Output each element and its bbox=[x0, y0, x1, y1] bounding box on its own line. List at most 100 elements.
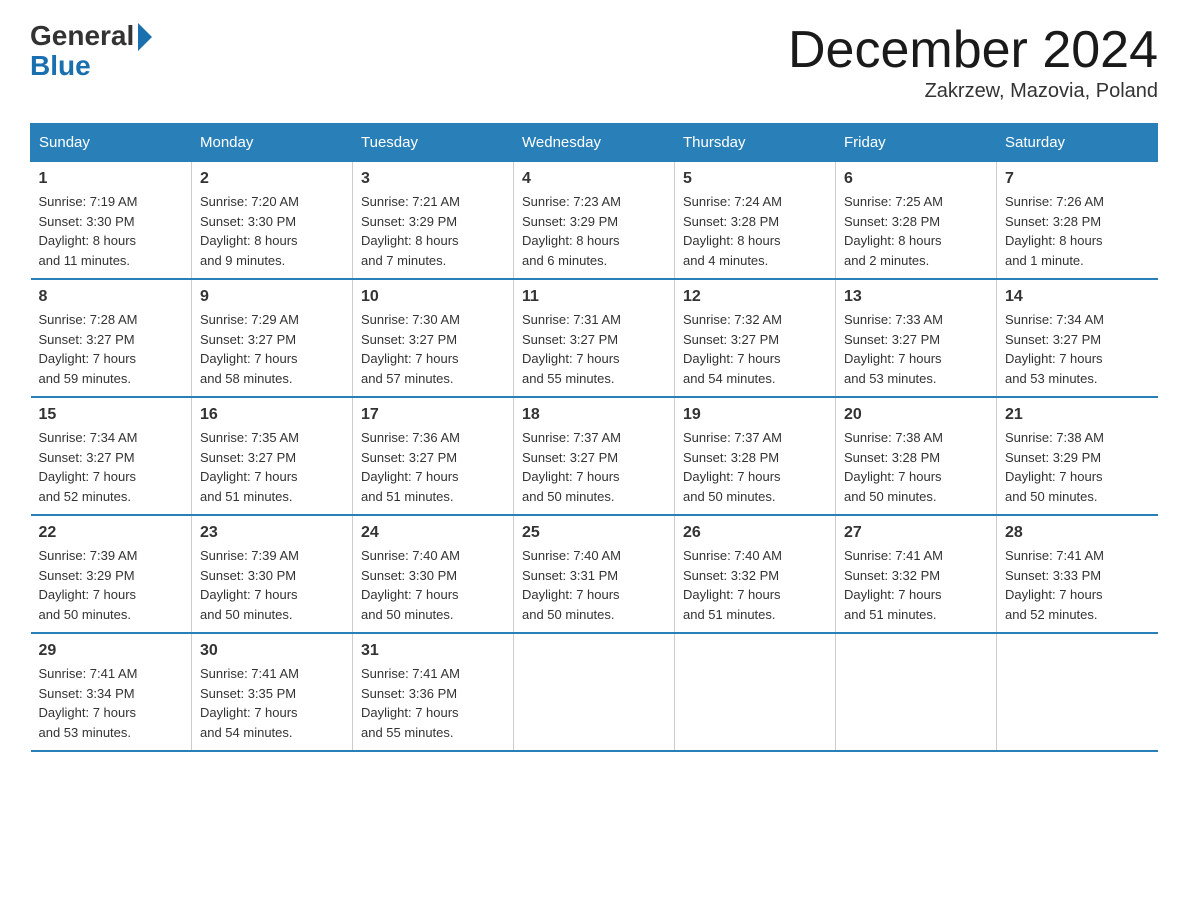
day-info: Sunrise: 7:31 AMSunset: 3:27 PMDaylight:… bbox=[522, 310, 666, 388]
day-info: Sunrise: 7:35 AMSunset: 3:27 PMDaylight:… bbox=[200, 428, 344, 506]
day-number: 8 bbox=[39, 288, 184, 306]
weekday-header-row: SundayMondayTuesdayWednesdayThursdayFrid… bbox=[31, 124, 1158, 162]
day-number: 12 bbox=[683, 288, 827, 306]
day-cell: 14 Sunrise: 7:34 AMSunset: 3:27 PMDayligh… bbox=[997, 279, 1158, 397]
day-cell: 4 Sunrise: 7:23 AMSunset: 3:29 PMDaylight… bbox=[514, 162, 675, 280]
day-cell: 17 Sunrise: 7:36 AMSunset: 3:27 PMDayligh… bbox=[353, 397, 514, 515]
weekday-header-thursday: Thursday bbox=[675, 124, 836, 162]
logo-arrow-icon bbox=[138, 23, 152, 51]
day-info: Sunrise: 7:24 AMSunset: 3:28 PMDaylight:… bbox=[683, 192, 827, 270]
weekday-header-saturday: Saturday bbox=[997, 124, 1158, 162]
day-number: 29 bbox=[39, 642, 184, 660]
day-cell: 2 Sunrise: 7:20 AMSunset: 3:30 PMDaylight… bbox=[192, 162, 353, 280]
day-cell: 19 Sunrise: 7:37 AMSunset: 3:28 PMDayligh… bbox=[675, 397, 836, 515]
day-info: Sunrise: 7:41 AMSunset: 3:35 PMDaylight:… bbox=[200, 664, 344, 742]
day-info: Sunrise: 7:40 AMSunset: 3:30 PMDaylight:… bbox=[361, 546, 505, 624]
day-number: 30 bbox=[200, 642, 344, 660]
day-number: 18 bbox=[522, 406, 666, 424]
day-number: 11 bbox=[522, 288, 666, 306]
day-cell bbox=[675, 633, 836, 751]
logo-general-text: General bbox=[30, 20, 134, 52]
day-number: 4 bbox=[522, 170, 666, 188]
day-number: 13 bbox=[844, 288, 988, 306]
day-info: Sunrise: 7:28 AMSunset: 3:27 PMDaylight:… bbox=[39, 310, 184, 388]
day-number: 2 bbox=[200, 170, 344, 188]
day-info: Sunrise: 7:26 AMSunset: 3:28 PMDaylight:… bbox=[1005, 192, 1150, 270]
weekday-header-tuesday: Tuesday bbox=[353, 124, 514, 162]
day-cell: 29 Sunrise: 7:41 AMSunset: 3:34 PMDayligh… bbox=[31, 633, 192, 751]
day-cell: 27 Sunrise: 7:41 AMSunset: 3:32 PMDayligh… bbox=[836, 515, 997, 633]
day-number: 1 bbox=[39, 170, 184, 188]
day-number: 20 bbox=[844, 406, 988, 424]
day-info: Sunrise: 7:32 AMSunset: 3:27 PMDaylight:… bbox=[683, 310, 827, 388]
day-cell: 26 Sunrise: 7:40 AMSunset: 3:32 PMDayligh… bbox=[675, 515, 836, 633]
day-number: 23 bbox=[200, 524, 344, 542]
day-number: 27 bbox=[844, 524, 988, 542]
day-number: 7 bbox=[1005, 170, 1150, 188]
week-row-2: 8 Sunrise: 7:28 AMSunset: 3:27 PMDaylight… bbox=[31, 279, 1158, 397]
day-info: Sunrise: 7:37 AMSunset: 3:28 PMDaylight:… bbox=[683, 428, 827, 506]
day-info: Sunrise: 7:41 AMSunset: 3:36 PMDaylight:… bbox=[361, 664, 505, 742]
week-row-5: 29 Sunrise: 7:41 AMSunset: 3:34 PMDayligh… bbox=[31, 633, 1158, 751]
title-area: December 2024 Zakrzew, Mazovia, Poland bbox=[788, 20, 1158, 103]
day-number: 5 bbox=[683, 170, 827, 188]
day-cell: 1 Sunrise: 7:19 AMSunset: 3:30 PMDaylight… bbox=[31, 162, 192, 280]
day-cell: 6Sunrise: 7:25 AMSunset: 3:28 PMDaylight… bbox=[836, 162, 997, 280]
day-info: Sunrise: 7:20 AMSunset: 3:30 PMDaylight:… bbox=[200, 192, 344, 270]
day-info: Sunrise: 7:23 AMSunset: 3:29 PMDaylight:… bbox=[522, 192, 666, 270]
day-cell: 23Sunrise: 7:39 AMSunset: 3:30 PMDayligh… bbox=[192, 515, 353, 633]
day-number: 3 bbox=[361, 170, 505, 188]
day-number: 17 bbox=[361, 406, 505, 424]
day-info: Sunrise: 7:40 AMSunset: 3:32 PMDaylight:… bbox=[683, 546, 827, 624]
day-info: Sunrise: 7:41 AMSunset: 3:32 PMDaylight:… bbox=[844, 546, 988, 624]
day-info: Sunrise: 7:34 AMSunset: 3:27 PMDaylight:… bbox=[1005, 310, 1150, 388]
day-info: Sunrise: 7:38 AMSunset: 3:29 PMDaylight:… bbox=[1005, 428, 1150, 506]
week-row-3: 15Sunrise: 7:34 AMSunset: 3:27 PMDayligh… bbox=[31, 397, 1158, 515]
day-number: 24 bbox=[361, 524, 505, 542]
week-row-1: 1 Sunrise: 7:19 AMSunset: 3:30 PMDaylight… bbox=[31, 162, 1158, 280]
location: Zakrzew, Mazovia, Poland bbox=[788, 80, 1158, 103]
day-cell: 5 Sunrise: 7:24 AMSunset: 3:28 PMDaylight… bbox=[675, 162, 836, 280]
day-cell: 24 Sunrise: 7:40 AMSunset: 3:30 PMDayligh… bbox=[353, 515, 514, 633]
day-cell: 20Sunrise: 7:38 AMSunset: 3:28 PMDayligh… bbox=[836, 397, 997, 515]
day-cell: 12 Sunrise: 7:32 AMSunset: 3:27 PMDayligh… bbox=[675, 279, 836, 397]
day-info: Sunrise: 7:41 AMSunset: 3:34 PMDaylight:… bbox=[39, 664, 184, 742]
logo-blue-text: Blue bbox=[30, 50, 91, 82]
day-cell bbox=[836, 633, 997, 751]
week-row-4: 22Sunrise: 7:39 AMSunset: 3:29 PMDayligh… bbox=[31, 515, 1158, 633]
day-cell: 11 Sunrise: 7:31 AMSunset: 3:27 PMDayligh… bbox=[514, 279, 675, 397]
day-cell: 3 Sunrise: 7:21 AMSunset: 3:29 PMDaylight… bbox=[353, 162, 514, 280]
day-info: Sunrise: 7:19 AMSunset: 3:30 PMDaylight:… bbox=[39, 192, 184, 270]
day-info: Sunrise: 7:21 AMSunset: 3:29 PMDaylight:… bbox=[361, 192, 505, 270]
day-info: Sunrise: 7:39 AMSunset: 3:29 PMDaylight:… bbox=[39, 546, 184, 624]
day-number: 19 bbox=[683, 406, 827, 424]
day-info: Sunrise: 7:25 AMSunset: 3:28 PMDaylight:… bbox=[844, 192, 988, 270]
day-cell: 31 Sunrise: 7:41 AMSunset: 3:36 PMDayligh… bbox=[353, 633, 514, 751]
day-number: 26 bbox=[683, 524, 827, 542]
day-number: 10 bbox=[361, 288, 505, 306]
day-number: 16 bbox=[200, 406, 344, 424]
day-number: 9 bbox=[200, 288, 344, 306]
weekday-header-friday: Friday bbox=[836, 124, 997, 162]
day-number: 15 bbox=[39, 406, 184, 424]
day-cell bbox=[997, 633, 1158, 751]
day-number: 14 bbox=[1005, 288, 1150, 306]
weekday-header-sunday: Sunday bbox=[31, 124, 192, 162]
day-cell: 13 Sunrise: 7:33 AMSunset: 3:27 PMDayligh… bbox=[836, 279, 997, 397]
day-cell: 21Sunrise: 7:38 AMSunset: 3:29 PMDayligh… bbox=[997, 397, 1158, 515]
day-info: Sunrise: 7:29 AMSunset: 3:27 PMDaylight:… bbox=[200, 310, 344, 388]
page-header: General Blue December 2024 Zakrzew, Mazo… bbox=[30, 20, 1158, 103]
weekday-header-monday: Monday bbox=[192, 124, 353, 162]
day-number: 25 bbox=[522, 524, 666, 542]
day-info: Sunrise: 7:30 AMSunset: 3:27 PMDaylight:… bbox=[361, 310, 505, 388]
day-info: Sunrise: 7:41 AMSunset: 3:33 PMDaylight:… bbox=[1005, 546, 1150, 624]
day-number: 31 bbox=[361, 642, 505, 660]
day-info: Sunrise: 7:36 AMSunset: 3:27 PMDaylight:… bbox=[361, 428, 505, 506]
month-title: December 2024 bbox=[788, 20, 1158, 80]
day-cell: 28Sunrise: 7:41 AMSunset: 3:33 PMDayligh… bbox=[997, 515, 1158, 633]
logo: General Blue bbox=[30, 20, 152, 82]
day-info: Sunrise: 7:33 AMSunset: 3:27 PMDaylight:… bbox=[844, 310, 988, 388]
day-cell: 22Sunrise: 7:39 AMSunset: 3:29 PMDayligh… bbox=[31, 515, 192, 633]
day-cell bbox=[514, 633, 675, 751]
day-info: Sunrise: 7:37 AMSunset: 3:27 PMDaylight:… bbox=[522, 428, 666, 506]
